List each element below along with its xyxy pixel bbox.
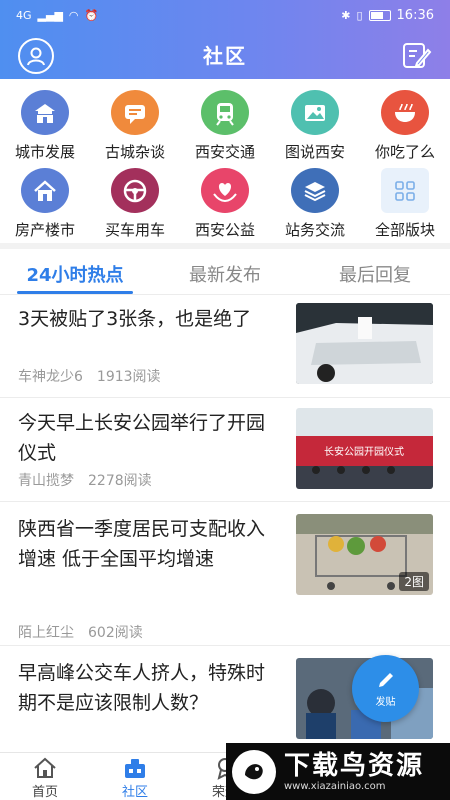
battery-icon	[368, 9, 391, 21]
heart-hands-icon	[201, 168, 249, 213]
bowl-icon	[381, 90, 429, 135]
section-divider	[0, 243, 450, 249]
category-xian-pictures[interactable]: 图说西安	[270, 84, 360, 162]
status-bar: 4G ▂▄▆ ◠ ⏰ ✱ ▯ 16:36	[0, 0, 450, 30]
tab-last-reply[interactable]: 最后回复	[300, 252, 450, 294]
post-reads: 2278阅读	[88, 473, 152, 489]
category-label: 城市发展	[14, 143, 75, 161]
compose-button[interactable]	[400, 39, 432, 71]
post-item[interactable]: 陕西省一季度居民可支配收入增速 低于全国平均增速 陌上红尘 602阅读 2图	[0, 502, 450, 646]
fab-label: 发贴	[375, 697, 396, 708]
category-have-you-eaten[interactable]: 你吃了么	[360, 84, 450, 162]
post-reads: 602阅读	[88, 625, 143, 641]
post-thumbnail[interactable]	[296, 303, 433, 384]
clock: 16:36	[396, 7, 434, 23]
category-label: 西安公益	[194, 221, 255, 239]
picture-icon	[291, 90, 339, 135]
category-label: 房产楼市	[14, 221, 75, 239]
new-post-fab[interactable]: 发贴	[352, 655, 419, 722]
post-thumbnail[interactable]: 长安公园开园仪式	[296, 408, 433, 489]
watermark-url: www.xiazainiao.com	[284, 781, 386, 792]
bluetooth-icon: ✱	[341, 8, 351, 22]
post-author: 陌上红尘	[18, 625, 74, 641]
post-title[interactable]: 早高峰公交车人挤人，特殊时期不是应该限制人数？	[18, 658, 280, 718]
profile-avatar-button[interactable]	[18, 38, 54, 74]
nav-label: 首页	[31, 785, 58, 800]
post-reads: 1913阅读	[96, 369, 161, 385]
post-title[interactable]: 陕西省一季度居民可支配收入增速 低于全国平均增速	[18, 514, 280, 574]
pen-icon	[378, 673, 393, 687]
category-label: 你吃了么	[374, 143, 435, 161]
category-label: 西安交通	[194, 143, 255, 161]
app-screen: 4G ▂▄▆ ◠ ⏰ ✱ ▯ 16:36 社区 城市发展 古城杂谈 西安交通 图…	[0, 0, 450, 800]
category-xian-transport[interactable]: 西安交通	[180, 84, 270, 162]
nav-label: 社区	[121, 785, 148, 800]
city-gate-icon	[21, 90, 69, 135]
category-grid: 城市发展 古城杂谈 西安交通 图说西安 你吃了么 房产楼市 买车用车 西安公益 …	[0, 84, 450, 240]
post-title[interactable]: 今天早上长安公园举行了开园仪式	[18, 408, 280, 468]
post-thumbnail[interactable]: 2图	[296, 514, 433, 595]
post-meta: 陌上红尘 602阅读	[18, 622, 143, 642]
community-icon	[125, 759, 145, 778]
vibrate-icon: ▯	[356, 8, 363, 22]
category-label: 买车用车	[104, 221, 165, 239]
tab-divider	[0, 294, 450, 295]
alarm-icon: ⏰	[84, 8, 99, 22]
post-author: 青山揽梦	[18, 473, 74, 489]
post-item[interactable]: 3天被贴了3张条，也是绝了 车神龙少6 1913阅读	[0, 296, 450, 398]
train-icon	[201, 90, 249, 135]
page-title: 社区	[203, 44, 247, 68]
post-author: 车神龙少6	[18, 369, 83, 385]
nav-community[interactable]: 社区	[90, 753, 180, 800]
post-meta: 青山揽梦 2278阅读	[18, 470, 152, 490]
chat-bubble-icon	[111, 90, 159, 135]
layers-icon	[291, 168, 339, 213]
grid-icon	[381, 168, 429, 213]
tab-latest-posts[interactable]: 最新发布	[150, 252, 300, 294]
user-icon	[27, 47, 45, 66]
edit-icon	[403, 43, 432, 68]
category-label: 古城杂谈	[104, 143, 165, 161]
category-label: 站务交流	[284, 221, 345, 239]
watermark-logo: 下载鸟资源 www.xiazainiao.com	[226, 743, 450, 800]
category-all-sections[interactable]: 全部版块	[360, 162, 450, 240]
category-old-city-talk[interactable]: 古城杂谈	[90, 84, 180, 162]
category-real-estate[interactable]: 房产楼市	[0, 162, 90, 240]
wifi-icon: ◠	[68, 8, 79, 22]
image-count-badge: 2图	[399, 572, 429, 591]
category-charity[interactable]: 西安公益	[180, 162, 270, 240]
post-meta: 车神龙少6 1913阅读	[18, 366, 161, 386]
nav-home[interactable]: 首页	[0, 753, 90, 800]
tab-24h-hot[interactable]: 24小时热点	[0, 252, 150, 294]
bird-logo-icon	[232, 749, 276, 794]
home-icon	[34, 757, 56, 778]
post-item[interactable]: 今天早上长安公园举行了开园仪式 青山揽梦 2278阅读 长安公园开园仪式	[0, 398, 450, 502]
header: 4G ▂▄▆ ◠ ⏰ ✱ ▯ 16:36 社区	[0, 0, 450, 79]
category-site-exchange[interactable]: 站务交流	[270, 162, 360, 240]
feed-tabs: 24小时热点 最新发布 最后回复	[0, 252, 450, 294]
category-label: 全部版块	[374, 221, 435, 239]
thumb-banner-text: 长安公园开园仪式	[324, 445, 404, 458]
watermark-text: 下载鸟资源	[284, 751, 425, 781]
category-label: 图说西安	[284, 143, 345, 161]
network-indicator: 4G	[16, 8, 32, 22]
category-city-development[interactable]: 城市发展	[0, 84, 90, 162]
house-icon	[21, 168, 69, 213]
steering-wheel-icon	[111, 168, 159, 213]
category-cars[interactable]: 买车用车	[90, 162, 180, 240]
signal-icon: ▂▄▆	[37, 8, 63, 22]
post-title[interactable]: 3天被贴了3张条，也是绝了	[18, 304, 280, 334]
